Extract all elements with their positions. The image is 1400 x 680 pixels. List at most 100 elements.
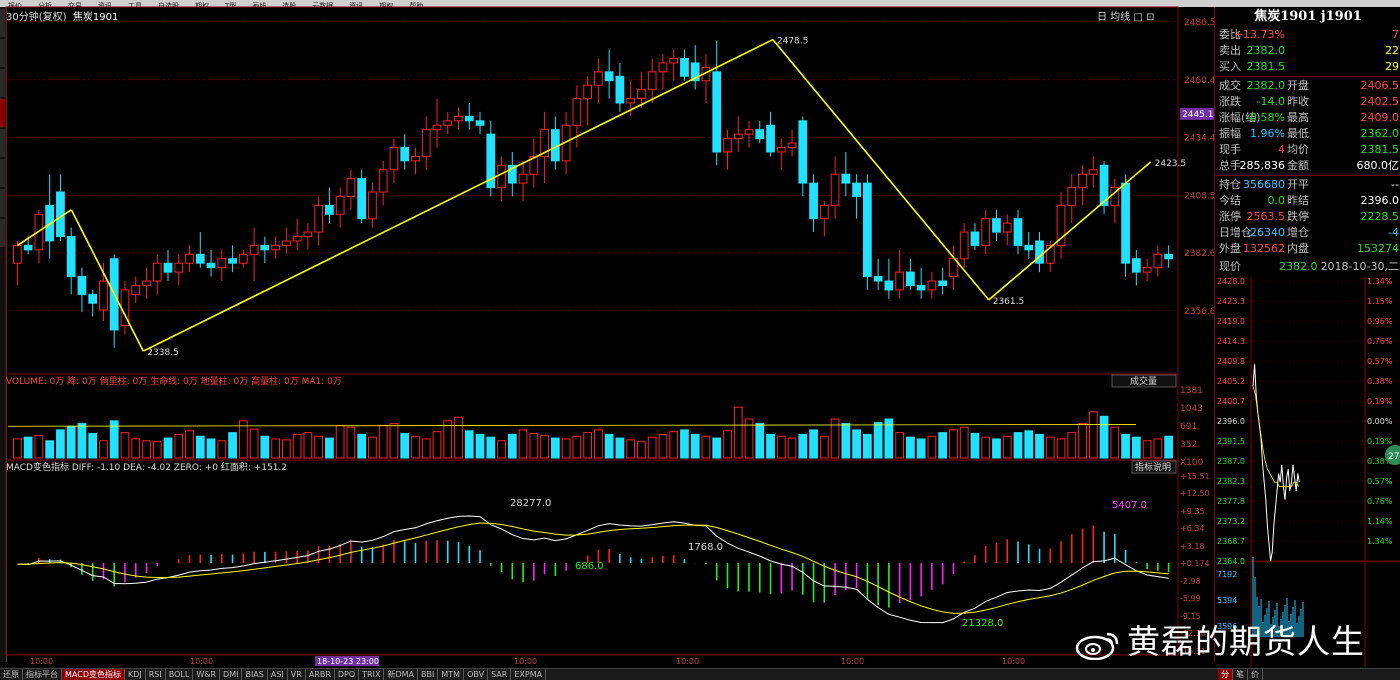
indicator-tab-1[interactable]: 指标平台 xyxy=(23,669,62,680)
volume-bar xyxy=(1024,430,1034,459)
quote-tab-1[interactable]: 笔 xyxy=(1233,669,1248,680)
kline-chart[interactable]: 2486.5 2460.4 2434.4 2408.5 2382.6 2356.6 2445… xyxy=(0,0,1214,668)
candle xyxy=(959,223,969,268)
volume-bar xyxy=(927,435,937,459)
quote-label: 持仓 xyxy=(1219,178,1241,191)
candle xyxy=(669,49,679,81)
indicator-tab-9[interactable]: ASI xyxy=(268,669,288,680)
candle xyxy=(1153,245,1163,277)
mini-right-tick: 1.15% xyxy=(1367,297,1393,306)
candle xyxy=(1121,174,1130,277)
indicator-tab-10[interactable]: VR xyxy=(288,669,306,680)
candle-body xyxy=(292,236,302,242)
indicator-tab-17[interactable]: OBV xyxy=(464,669,489,680)
candle-body xyxy=(1121,182,1130,264)
quote-value-2: -- xyxy=(1391,178,1399,191)
mini-right-tick: 0.76% xyxy=(1367,497,1393,506)
volume-bar xyxy=(389,423,399,459)
volume-bar xyxy=(77,423,87,459)
candle xyxy=(56,174,65,241)
candle xyxy=(486,120,496,197)
indicator-tab-4[interactable]: RSI xyxy=(146,669,166,680)
indicator-tab-3[interactable]: KDJ xyxy=(125,669,146,680)
candle xyxy=(1078,165,1087,206)
indicator-tab-12[interactable]: DPO xyxy=(335,669,360,680)
mini-left-tick: 2423.3 xyxy=(1217,297,1245,306)
indicator-help-button[interactable]: 指标说明 xyxy=(1131,460,1177,474)
price-tick-label: 2356.6 xyxy=(1184,307,1214,317)
candle-body xyxy=(1088,169,1098,175)
zigzag-label: 2338.5 xyxy=(147,348,179,358)
volume-bar xyxy=(1088,411,1098,459)
quote-label: 涨停 xyxy=(1219,210,1241,223)
indicator-tab-8[interactable]: BIAS xyxy=(242,669,268,680)
volume-bar xyxy=(561,438,571,459)
indicator-tab-14[interactable]: 新DMA xyxy=(384,669,419,680)
volume-type-button[interactable]: 成交量 xyxy=(1111,374,1177,388)
intraday-mini-chart[interactable]: 2428.0 2423.3 2419.0 2414.3 2409.8 2405.2 2400… xyxy=(1215,277,1400,667)
candle-body xyxy=(862,182,872,278)
candle xyxy=(13,240,22,286)
mini-left-tick: 2373.2 xyxy=(1217,517,1245,526)
chart-toolbar: 日 均线 □ ⊡ xyxy=(1097,8,1154,23)
time-tick-label: 10:00 xyxy=(676,657,699,666)
indicator-tab-2[interactable]: MACD变色指标 xyxy=(62,669,125,680)
quote-tab-2[interactable]: 价 xyxy=(1248,669,1263,680)
indicator-tab-7[interactable]: DMI xyxy=(220,669,243,680)
candle-body xyxy=(131,284,141,295)
watermark-text: 黄磊的期货人生 xyxy=(1127,622,1365,661)
quote-label-2: 均价 xyxy=(1287,143,1309,156)
mini-left-tick: 2364.0 xyxy=(1217,557,1245,566)
volume-bar xyxy=(626,439,636,459)
indicator-tab-16[interactable]: MTM xyxy=(438,669,465,680)
volume-bar xyxy=(798,433,808,459)
volume-bar xyxy=(669,431,679,459)
volume-bar xyxy=(1131,436,1141,459)
quote-row: 委比 +13.73% 7 xyxy=(1215,27,1400,43)
volume-bar xyxy=(529,433,539,459)
volume-bar xyxy=(819,435,829,459)
indicator-tab-6[interactable]: W&R xyxy=(193,669,221,680)
candle-body xyxy=(992,218,1001,233)
volume-bar xyxy=(1099,415,1109,459)
quote-label-2: 最低 xyxy=(1287,127,1309,140)
quote-value-2: 7 xyxy=(1392,28,1399,41)
candle xyxy=(421,116,431,170)
volume-tick-label: 352 xyxy=(1180,440,1197,450)
chart-toolbar-label[interactable]: 日 均线 □ ⊡ xyxy=(1097,12,1154,23)
volume-bar xyxy=(852,429,861,459)
indicator-tab-13[interactable]: TRIX xyxy=(359,669,385,680)
volume-bar xyxy=(142,440,151,459)
candle-body xyxy=(303,231,313,238)
candle xyxy=(1024,232,1034,259)
volume-bar xyxy=(992,438,1001,459)
quote-value: 2381.5 xyxy=(1246,60,1286,73)
indicator-tab-5[interactable]: BOLL xyxy=(166,669,194,680)
volume-bar xyxy=(400,433,410,459)
quote-value-2: 2409.0 xyxy=(1360,111,1400,124)
candle xyxy=(195,232,205,268)
volume-bar xyxy=(916,438,926,459)
candle-body xyxy=(1067,187,1077,206)
quote-label: 外盘 xyxy=(1219,242,1241,255)
period-label[interactable]: 30分钟(复权) xyxy=(6,12,67,23)
candle xyxy=(45,174,55,259)
quote-tab-0[interactable]: 分 xyxy=(1218,669,1233,680)
indicator-tab-11[interactable]: ARBR xyxy=(306,669,335,680)
volume-bar xyxy=(411,435,420,459)
candle xyxy=(292,218,302,250)
candle xyxy=(701,54,711,103)
volume-bar xyxy=(271,438,280,459)
volume-bar xyxy=(637,441,646,459)
indicator-tab-18[interactable]: SAR xyxy=(488,669,512,680)
indicator-tab-15[interactable]: BBI xyxy=(418,669,439,680)
volume-bar xyxy=(733,406,743,459)
candle xyxy=(357,169,367,224)
macd-tick-label: +0.174 xyxy=(1180,559,1210,568)
indicator-tab-0[interactable]: 还原 xyxy=(0,669,23,680)
quote-row: 现手 4 均价 2381.5 xyxy=(1215,142,1400,158)
quote-value: -0.58% xyxy=(1246,111,1285,124)
candle xyxy=(766,111,775,157)
indicator-tab-19[interactable]: EXPMA xyxy=(511,669,547,680)
mini-left-tick: 2405.2 xyxy=(1217,377,1245,386)
